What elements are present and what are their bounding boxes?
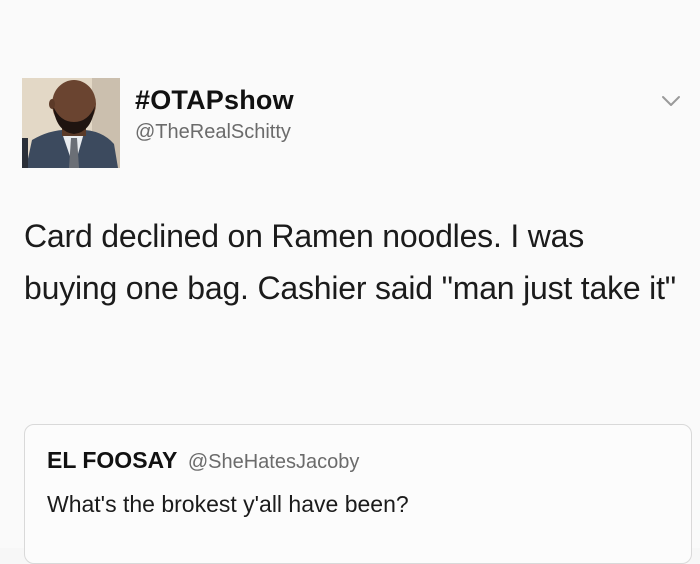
quoted-display-name: EL FOOSAY [47,447,178,473]
quoted-user-handle: @SheHatesJacoby [187,451,360,473]
quoted-tweet[interactable]: EL FOOSAY @SheHatesJacoby What's the bro… [24,424,692,564]
user-handle[interactable]: @TheRealSchitty [135,118,294,146]
tweet-card: #OTAPshow @TheRealSchitty Card declined … [0,0,700,564]
quoted-tweet-header: EL FOOSAY @SheHatesJacoby [47,447,359,474]
tweet-text: Card declined on Ramen noodles. I was bu… [24,218,676,306]
avatar-photo-icon [22,78,120,168]
display-name[interactable]: #OTAPshow [135,84,294,116]
user-info: #OTAPshow @TheRealSchitty [135,84,294,146]
user-avatar[interactable] [22,78,120,168]
tweet-header: #OTAPshow @TheRealSchitty [22,78,682,170]
chevron-down-icon[interactable] [660,92,682,110]
quoted-tweet-text: What's the brokest y'all have been? [47,491,409,517]
